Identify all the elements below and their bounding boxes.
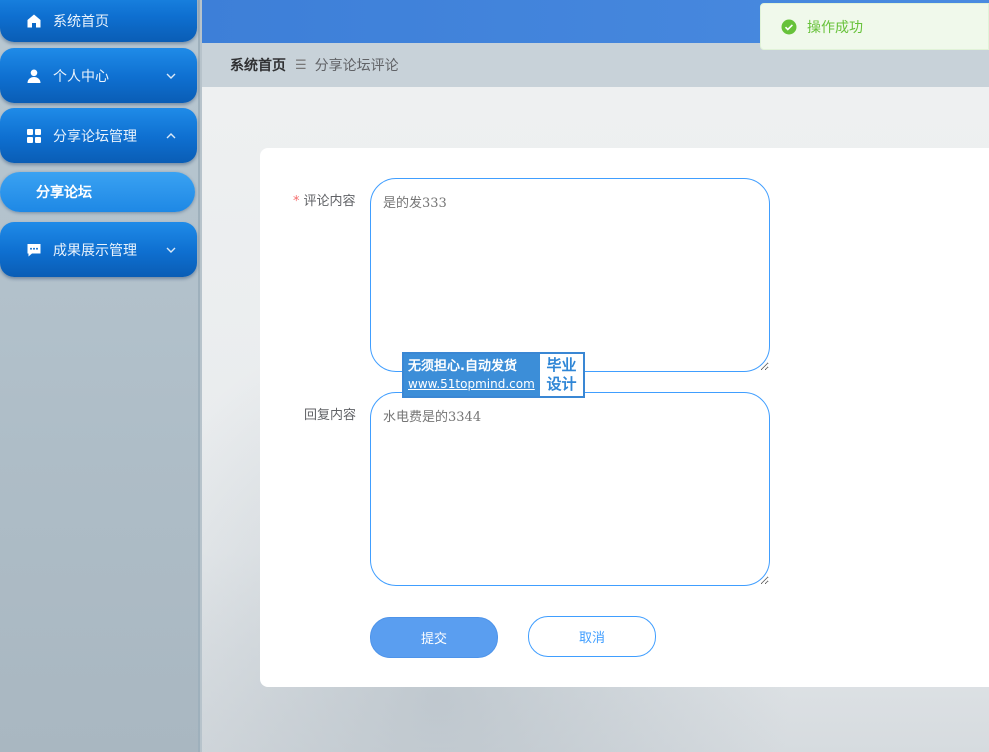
reply-field-label: 回复内容 [304, 408, 357, 423]
watermark-stamp: 无须担心.自动发货 www.51topmind.com 毕业 设计 [402, 352, 585, 398]
breadcrumb-separator-icon: ☰ [295, 57, 307, 73]
watermark-side1: 毕业 [546, 356, 577, 374]
home-icon [26, 13, 42, 29]
watermark-line1: 无须担心.自动发货 [408, 359, 517, 374]
sidebar-subitem-forum[interactable]: 分享论坛 [0, 172, 195, 212]
check-circle-icon [781, 19, 797, 35]
success-toast: 操作成功 [760, 3, 989, 50]
sidebar-item-label: 系统首页 [53, 14, 109, 30]
sidebar: 系统首页 个人中心 分享论坛管理 分享论坛 成果展示管理 [0, 0, 200, 752]
reply-textarea[interactable] [370, 392, 770, 586]
sidebar-item-label: 个人中心 [53, 68, 109, 85]
chevron-up-icon [165, 130, 177, 142]
toast-message: 操作成功 [807, 19, 863, 36]
grid-icon [26, 128, 42, 144]
message-icon [26, 242, 42, 258]
watermark-url: www.51topmind.com [408, 377, 535, 391]
sidebar-subitem-label: 分享论坛 [36, 185, 92, 201]
breadcrumb-current: 分享论坛评论 [314, 58, 399, 74]
chevron-down-icon [165, 244, 177, 256]
sidebar-item-label: 分享论坛管理 [53, 128, 137, 145]
cancel-button[interactable]: 取消 [528, 616, 656, 657]
sidebar-item-forum-management[interactable]: 分享论坛管理 [0, 108, 197, 163]
submit-button[interactable]: 提交 [370, 617, 498, 658]
sidebar-item-label: 成果展示管理 [53, 242, 137, 259]
sidebar-item-personal-center[interactable]: 个人中心 [0, 48, 197, 103]
sidebar-item-results-management[interactable]: 成果展示管理 [0, 222, 197, 277]
comment-textarea[interactable] [370, 178, 770, 372]
comment-field-label: * 评论内容 [293, 194, 356, 209]
user-icon [26, 68, 42, 84]
chevron-down-icon [165, 70, 177, 82]
watermark-side2: 设计 [546, 375, 577, 393]
breadcrumb-home[interactable]: 系统首页 [230, 55, 286, 75]
required-asterisk: * [293, 194, 300, 209]
sidebar-item-home[interactable]: 系统首页 [0, 0, 197, 42]
